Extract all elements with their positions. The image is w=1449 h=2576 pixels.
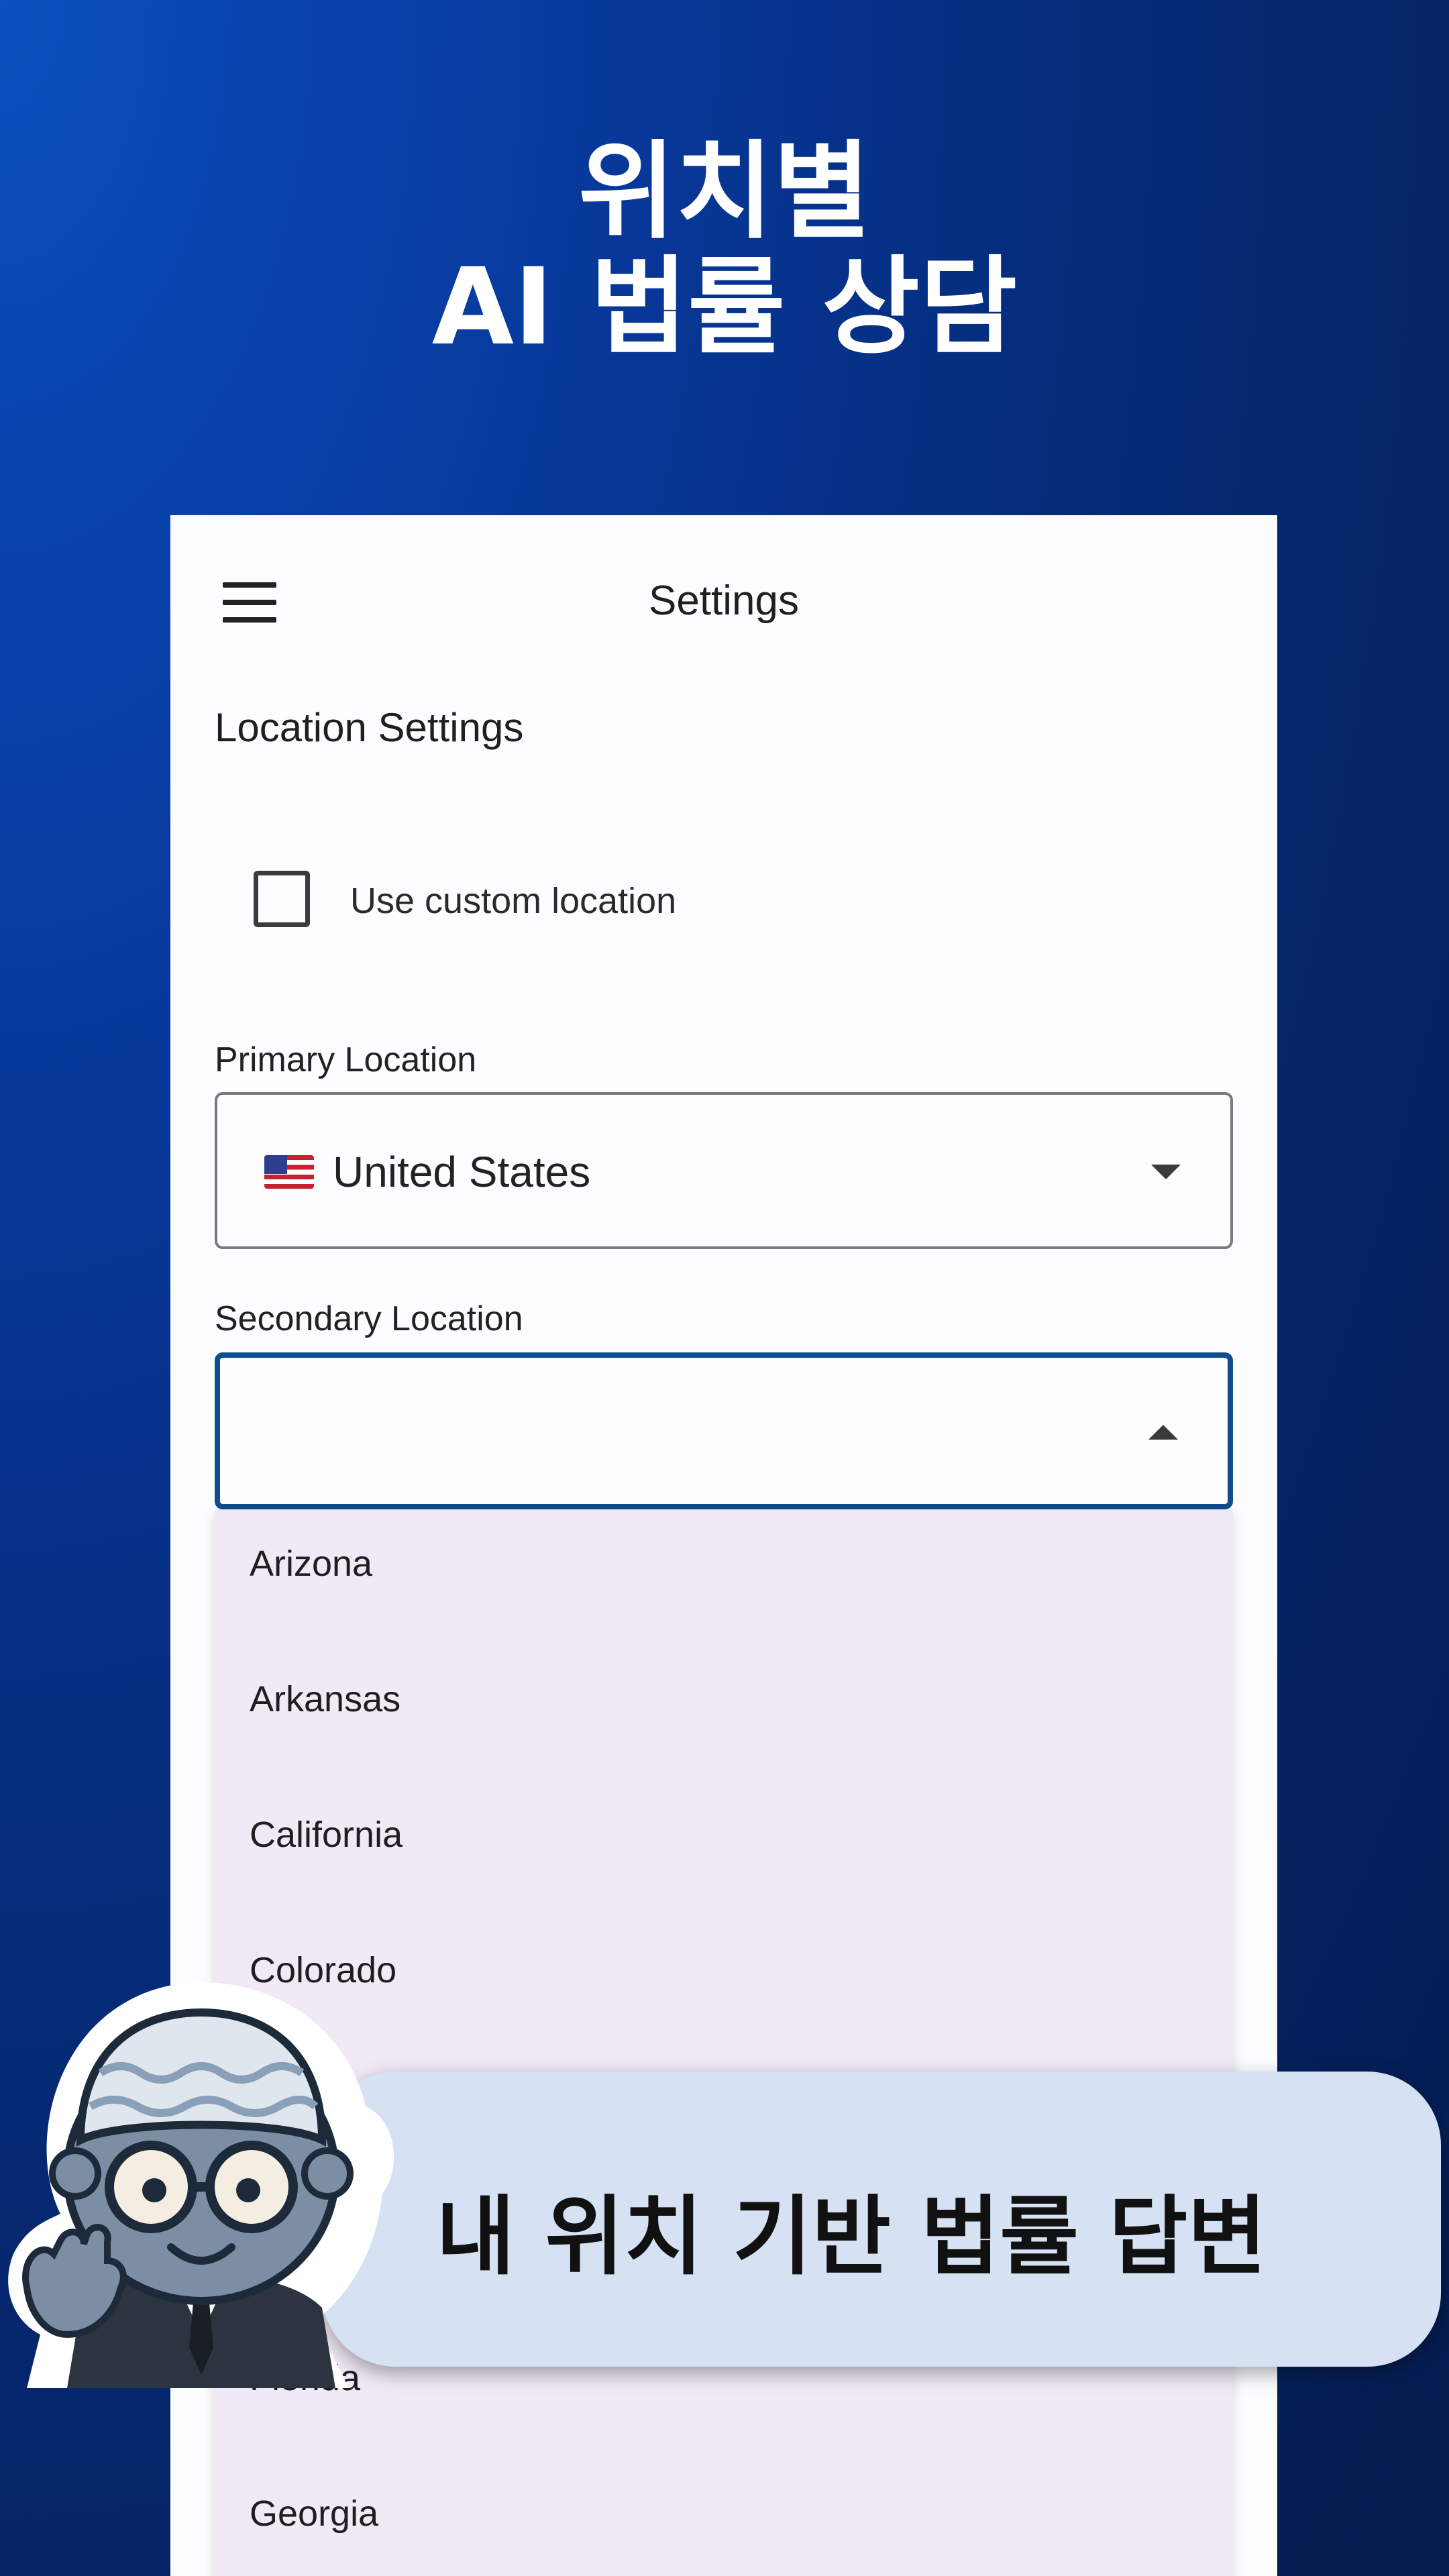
promo-headline: 위치별 AI 법률 상담 (0, 134, 1449, 365)
dropdown-option-california[interactable]: California (250, 1814, 402, 1856)
primary-location-label: Primary Location (215, 1040, 477, 1079)
secondary-location-label: Secondary Location (215, 1299, 523, 1338)
dropdown-option-georgia[interactable]: Georgia (250, 2493, 378, 2534)
chevron-down-icon (1151, 1165, 1181, 1179)
app-bar: Settings (170, 515, 1277, 690)
page-title: Settings (648, 578, 800, 624)
headline-line-2: AI 법률 상담 (431, 246, 1018, 369)
chevron-up-icon (1148, 1425, 1178, 1440)
dropdown-option-arkansas[interactable]: Arkansas (250, 1678, 400, 1720)
primary-location-select[interactable]: United States (215, 1092, 1233, 1249)
section-title-location-settings: Location Settings (215, 705, 524, 750)
dropdown-option-arizona[interactable]: Arizona (250, 1543, 372, 1585)
banner-text: 내 위치 기반 법률 답변 (436, 2187, 1267, 2287)
headline-line-1: 위치별 (578, 130, 871, 254)
primary-location-text: United States (333, 1148, 591, 1196)
feature-banner: 내 위치 기반 법률 답변 (322, 2072, 1441, 2367)
primary-location-value: United States (264, 1147, 590, 1197)
lawyer-mascot-icon (8, 1982, 394, 2388)
custom-location-label: Use custom location (350, 881, 677, 921)
custom-location-checkbox-row[interactable]: Use custom location (254, 871, 857, 945)
secondary-location-select[interactable] (215, 1352, 1233, 1509)
us-flag-icon (264, 1155, 314, 1189)
custom-location-checkbox[interactable] (254, 871, 310, 927)
